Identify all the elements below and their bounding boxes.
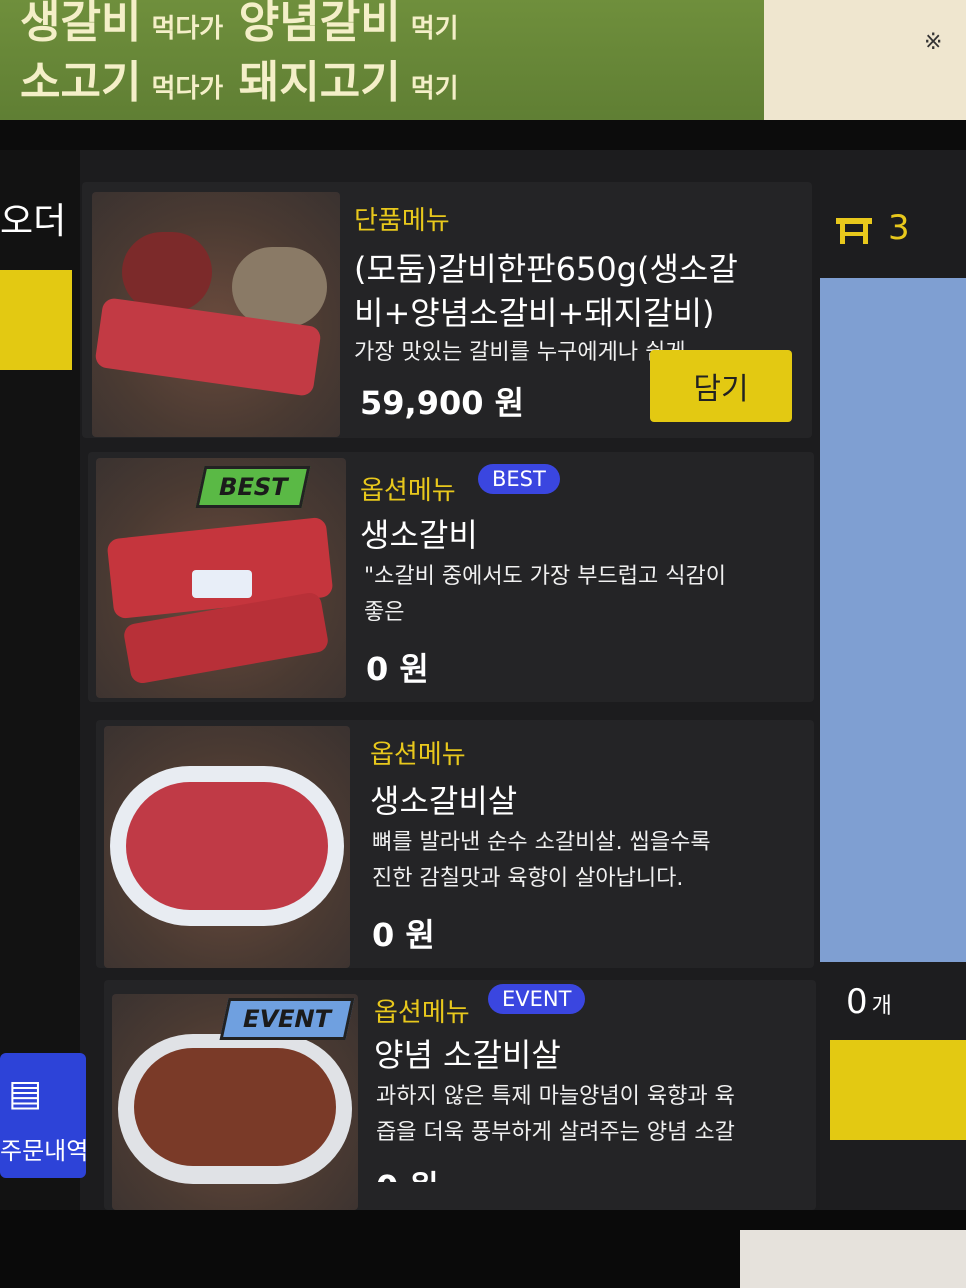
banner-line-1: 생갈비 먹다가 양념갈비 먹기 bbox=[20, 0, 469, 50]
category-selected-tab[interactable] bbox=[0, 270, 72, 370]
menu-description: 진한 감칠맛과 육향이 살아납니다. bbox=[372, 866, 684, 891]
banner-text: 돼지고기 bbox=[238, 57, 401, 108]
kiosk-bottom-frame bbox=[0, 1210, 966, 1288]
banner-text: 생갈비 bbox=[20, 0, 142, 48]
menu-category: 옵션메뉴 bbox=[360, 476, 456, 506]
banner-text: 양념갈비 bbox=[238, 0, 401, 48]
menu-description: 즙을 더욱 풍부하게 살려주는 양념 소갈 bbox=[376, 1120, 735, 1145]
order-history-button[interactable]: ▤ 주문내역 bbox=[0, 1053, 89, 1178]
meat-shape bbox=[126, 782, 328, 910]
wall-banner: 생갈비 먹다가 양념갈비 먹기 소고기 먹다가 돼지고기 먹기 ※ bbox=[0, 0, 966, 140]
menu-description: 과하지 않은 특제 마늘양념이 육향과 육 bbox=[376, 1084, 735, 1109]
banner-text: 먹다가 bbox=[151, 74, 224, 104]
right-cart-panel: 3 0개 bbox=[820, 150, 966, 1210]
best-pill: BEST bbox=[478, 464, 560, 494]
meat-shape bbox=[122, 232, 212, 312]
banner-line-2: 소고기 먹다가 돼지고기 먹기 bbox=[20, 46, 469, 110]
menu-price: 0 원 bbox=[376, 1162, 439, 1182]
menu-description: 좋은 bbox=[364, 600, 405, 625]
receipt-icon: ▤ bbox=[8, 1073, 43, 1114]
menu-item-card[interactable]: 옵션메뉴 생소갈비살 뼈를 발라낸 순수 소갈비살. 씹을수록 진한 감칠맛과 … bbox=[96, 720, 814, 968]
background-wall bbox=[740, 1230, 966, 1288]
banner-text: 소고기 bbox=[20, 57, 142, 108]
kiosk-screen: 오더 ▤ 주문내역 단품메뉴 (모둠)갈비한판650g(생소갈 비+양념소갈비+… bbox=[0, 150, 966, 1210]
menu-price: 59,900 원 bbox=[360, 384, 525, 422]
menu-category: 옵션메뉴 bbox=[374, 998, 470, 1028]
brand-tag bbox=[192, 570, 252, 598]
menu-item-image bbox=[104, 726, 350, 968]
cart-count: 0개 bbox=[846, 982, 892, 1022]
add-to-cart-button[interactable]: 담기 bbox=[650, 350, 792, 422]
event-pill: EVENT bbox=[488, 984, 586, 1014]
menu-description: 뼈를 발라낸 순수 소갈비살. 씹을수록 bbox=[372, 830, 711, 855]
best-badge: BEST bbox=[195, 466, 311, 508]
menu-name: 생소갈비 bbox=[360, 516, 478, 554]
menu-category: 단품메뉴 bbox=[354, 206, 450, 236]
meat-shape bbox=[232, 247, 327, 327]
banner-text: 먹기 bbox=[410, 14, 459, 44]
menu-item-image bbox=[92, 192, 340, 437]
cart-count-value: 0 bbox=[846, 982, 868, 1022]
menu-item-card[interactable]: BEST 옵션메뉴 BEST 생소갈비 "소갈비 중에서도 가장 부드럽고 식감… bbox=[88, 452, 814, 702]
left-sidebar: 오더 ▤ 주문내역 bbox=[0, 150, 88, 1210]
menu-name: 비+양념소갈비+돼지갈비) bbox=[354, 294, 715, 332]
cart-list[interactable] bbox=[820, 278, 966, 962]
banner-text: 먹기 bbox=[410, 74, 459, 104]
menu-name: 생소갈비살 bbox=[370, 782, 518, 820]
table-number: 3 bbox=[888, 208, 910, 248]
order-title: 오더 bbox=[0, 201, 67, 242]
menu-name: (모둠)갈비한판650g(생소갈 bbox=[354, 250, 738, 288]
menu-price: 0 원 bbox=[366, 650, 429, 688]
menu-item-card[interactable]: EVENT 옵션메뉴 EVENT 양념 소갈비살 과하지 않은 특제 마늘양념이… bbox=[104, 980, 816, 1210]
menu-item-card[interactable]: 단품메뉴 (모둠)갈비한판650g(생소갈 비+양념소갈비+돼지갈비) 가장 맛… bbox=[82, 182, 812, 438]
cart-count-unit: 개 bbox=[871, 994, 892, 1019]
menu-category: 옵션메뉴 bbox=[370, 740, 466, 770]
menu-description: "소갈비 중에서도 가장 부드럽고 식감이 bbox=[364, 564, 726, 589]
menu-name: 양념 소갈비살 bbox=[374, 1036, 561, 1074]
banner-text: 먹다가 bbox=[151, 14, 224, 44]
event-badge: EVENT bbox=[219, 998, 355, 1040]
order-history-label: 주문내역 bbox=[0, 1137, 89, 1165]
checkout-button[interactable] bbox=[830, 1040, 966, 1140]
notice-sign: ※ bbox=[764, 0, 966, 140]
meat-shape bbox=[134, 1048, 336, 1166]
table-icon bbox=[836, 218, 872, 244]
menu-price: 0 원 bbox=[372, 916, 435, 954]
